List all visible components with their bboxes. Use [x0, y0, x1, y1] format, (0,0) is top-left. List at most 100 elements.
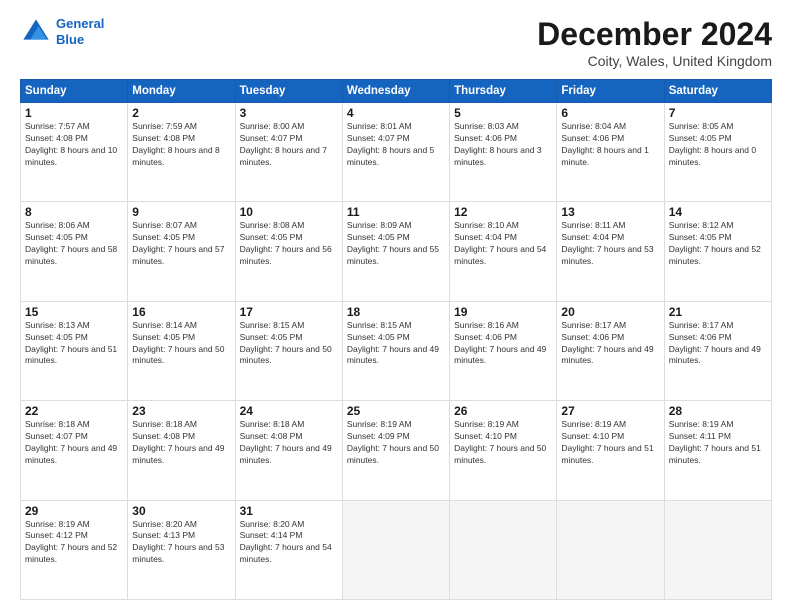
day-number: 23 [132, 404, 230, 418]
calendar-cell: 1Sunrise: 7:57 AMSunset: 4:08 PMDaylight… [21, 103, 128, 202]
cell-info: Sunrise: 8:10 AMSunset: 4:04 PMDaylight:… [454, 220, 552, 268]
calendar-cell: 26Sunrise: 8:19 AMSunset: 4:10 PMDayligh… [450, 401, 557, 500]
calendar-cell: 22Sunrise: 8:18 AMSunset: 4:07 PMDayligh… [21, 401, 128, 500]
calendar-cell: 18Sunrise: 8:15 AMSunset: 4:05 PMDayligh… [342, 301, 449, 400]
col-header-thursday: Thursday [450, 80, 557, 103]
day-number: 19 [454, 305, 552, 319]
calendar-cell: 7Sunrise: 8:05 AMSunset: 4:05 PMDaylight… [664, 103, 771, 202]
cell-info: Sunrise: 8:19 AMSunset: 4:09 PMDaylight:… [347, 419, 445, 467]
day-number: 15 [25, 305, 123, 319]
cell-info: Sunrise: 8:18 AMSunset: 4:08 PMDaylight:… [240, 419, 338, 467]
cell-info: Sunrise: 8:11 AMSunset: 4:04 PMDaylight:… [561, 220, 659, 268]
day-number: 12 [454, 205, 552, 219]
day-number: 6 [561, 106, 659, 120]
calendar-cell: 28Sunrise: 8:19 AMSunset: 4:11 PMDayligh… [664, 401, 771, 500]
logo-blue: Blue [56, 32, 104, 48]
day-number: 30 [132, 504, 230, 518]
cell-info: Sunrise: 7:59 AMSunset: 4:08 PMDaylight:… [132, 121, 230, 169]
day-number: 31 [240, 504, 338, 518]
calendar-cell: 12Sunrise: 8:10 AMSunset: 4:04 PMDayligh… [450, 202, 557, 301]
cell-info: Sunrise: 8:19 AMSunset: 4:11 PMDaylight:… [669, 419, 767, 467]
calendar-cell: 15Sunrise: 8:13 AMSunset: 4:05 PMDayligh… [21, 301, 128, 400]
logo-text: General Blue [56, 16, 104, 47]
day-number: 27 [561, 404, 659, 418]
calendar-table: SundayMondayTuesdayWednesdayThursdayFrid… [20, 79, 772, 600]
cell-info: Sunrise: 8:19 AMSunset: 4:12 PMDaylight:… [25, 519, 123, 567]
day-number: 13 [561, 205, 659, 219]
day-number: 25 [347, 404, 445, 418]
calendar-cell [557, 500, 664, 599]
week-row-4: 22Sunrise: 8:18 AMSunset: 4:07 PMDayligh… [21, 401, 772, 500]
cell-info: Sunrise: 8:16 AMSunset: 4:06 PMDaylight:… [454, 320, 552, 368]
day-number: 16 [132, 305, 230, 319]
calendar-cell: 10Sunrise: 8:08 AMSunset: 4:05 PMDayligh… [235, 202, 342, 301]
calendar-cell: 25Sunrise: 8:19 AMSunset: 4:09 PMDayligh… [342, 401, 449, 500]
day-number: 14 [669, 205, 767, 219]
cell-info: Sunrise: 8:17 AMSunset: 4:06 PMDaylight:… [561, 320, 659, 368]
calendar-cell: 24Sunrise: 8:18 AMSunset: 4:08 PMDayligh… [235, 401, 342, 500]
calendar-cell: 3Sunrise: 8:00 AMSunset: 4:07 PMDaylight… [235, 103, 342, 202]
week-row-5: 29Sunrise: 8:19 AMSunset: 4:12 PMDayligh… [21, 500, 772, 599]
calendar-cell: 27Sunrise: 8:19 AMSunset: 4:10 PMDayligh… [557, 401, 664, 500]
header-row: SundayMondayTuesdayWednesdayThursdayFrid… [21, 80, 772, 103]
day-number: 9 [132, 205, 230, 219]
calendar-cell: 6Sunrise: 8:04 AMSunset: 4:06 PMDaylight… [557, 103, 664, 202]
col-header-friday: Friday [557, 80, 664, 103]
calendar-cell: 8Sunrise: 8:06 AMSunset: 4:05 PMDaylight… [21, 202, 128, 301]
cell-info: Sunrise: 8:15 AMSunset: 4:05 PMDaylight:… [347, 320, 445, 368]
title-block: December 2024 Coity, Wales, United Kingd… [537, 16, 772, 69]
day-number: 20 [561, 305, 659, 319]
logo-icon [20, 16, 52, 48]
cell-info: Sunrise: 8:18 AMSunset: 4:07 PMDaylight:… [25, 419, 123, 467]
cell-info: Sunrise: 8:19 AMSunset: 4:10 PMDaylight:… [454, 419, 552, 467]
calendar-cell: 30Sunrise: 8:20 AMSunset: 4:13 PMDayligh… [128, 500, 235, 599]
calendar-cell: 21Sunrise: 8:17 AMSunset: 4:06 PMDayligh… [664, 301, 771, 400]
header: General Blue December 2024 Coity, Wales,… [20, 16, 772, 69]
cell-info: Sunrise: 8:00 AMSunset: 4:07 PMDaylight:… [240, 121, 338, 169]
cell-info: Sunrise: 8:08 AMSunset: 4:05 PMDaylight:… [240, 220, 338, 268]
cell-info: Sunrise: 8:14 AMSunset: 4:05 PMDaylight:… [132, 320, 230, 368]
cell-info: Sunrise: 8:01 AMSunset: 4:07 PMDaylight:… [347, 121, 445, 169]
logo: General Blue [20, 16, 104, 48]
page-title: December 2024 [537, 16, 772, 53]
calendar-cell [342, 500, 449, 599]
day-number: 5 [454, 106, 552, 120]
week-row-1: 1Sunrise: 7:57 AMSunset: 4:08 PMDaylight… [21, 103, 772, 202]
day-number: 11 [347, 205, 445, 219]
page-subtitle: Coity, Wales, United Kingdom [537, 53, 772, 69]
week-row-2: 8Sunrise: 8:06 AMSunset: 4:05 PMDaylight… [21, 202, 772, 301]
day-number: 10 [240, 205, 338, 219]
day-number: 1 [25, 106, 123, 120]
cell-info: Sunrise: 8:05 AMSunset: 4:05 PMDaylight:… [669, 121, 767, 169]
col-header-wednesday: Wednesday [342, 80, 449, 103]
logo-general: General [56, 16, 104, 31]
col-header-saturday: Saturday [664, 80, 771, 103]
col-header-sunday: Sunday [21, 80, 128, 103]
day-number: 17 [240, 305, 338, 319]
week-row-3: 15Sunrise: 8:13 AMSunset: 4:05 PMDayligh… [21, 301, 772, 400]
calendar-cell: 5Sunrise: 8:03 AMSunset: 4:06 PMDaylight… [450, 103, 557, 202]
calendar-cell: 20Sunrise: 8:17 AMSunset: 4:06 PMDayligh… [557, 301, 664, 400]
calendar-cell: 19Sunrise: 8:16 AMSunset: 4:06 PMDayligh… [450, 301, 557, 400]
day-number: 26 [454, 404, 552, 418]
day-number: 7 [669, 106, 767, 120]
calendar-cell [450, 500, 557, 599]
cell-info: Sunrise: 8:20 AMSunset: 4:13 PMDaylight:… [132, 519, 230, 567]
day-number: 4 [347, 106, 445, 120]
day-number: 3 [240, 106, 338, 120]
calendar-cell: 9Sunrise: 8:07 AMSunset: 4:05 PMDaylight… [128, 202, 235, 301]
day-number: 21 [669, 305, 767, 319]
calendar-cell: 4Sunrise: 8:01 AMSunset: 4:07 PMDaylight… [342, 103, 449, 202]
day-number: 24 [240, 404, 338, 418]
cell-info: Sunrise: 7:57 AMSunset: 4:08 PMDaylight:… [25, 121, 123, 169]
col-header-tuesday: Tuesday [235, 80, 342, 103]
col-header-monday: Monday [128, 80, 235, 103]
calendar-cell: 16Sunrise: 8:14 AMSunset: 4:05 PMDayligh… [128, 301, 235, 400]
calendar-cell: 13Sunrise: 8:11 AMSunset: 4:04 PMDayligh… [557, 202, 664, 301]
calendar-cell: 23Sunrise: 8:18 AMSunset: 4:08 PMDayligh… [128, 401, 235, 500]
calendar-cell [664, 500, 771, 599]
cell-info: Sunrise: 8:13 AMSunset: 4:05 PMDaylight:… [25, 320, 123, 368]
page: General Blue December 2024 Coity, Wales,… [0, 0, 792, 612]
calendar-cell: 17Sunrise: 8:15 AMSunset: 4:05 PMDayligh… [235, 301, 342, 400]
calendar-cell: 31Sunrise: 8:20 AMSunset: 4:14 PMDayligh… [235, 500, 342, 599]
